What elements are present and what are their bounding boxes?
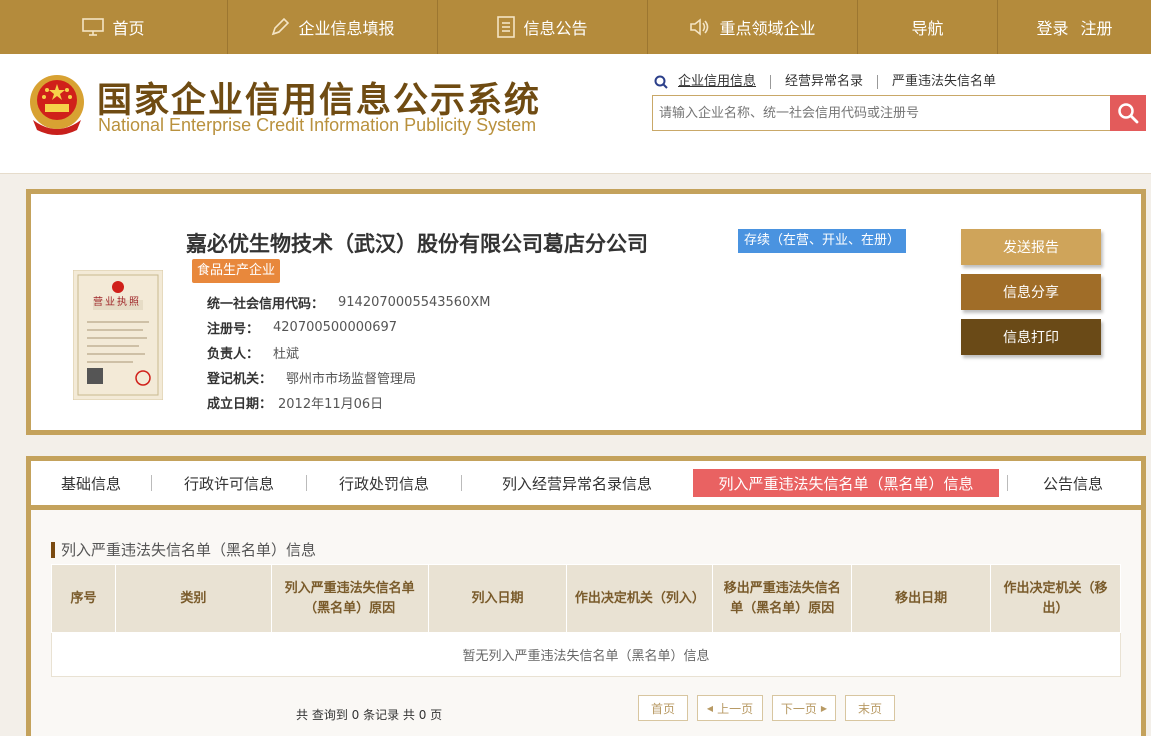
speaker-icon — [690, 18, 709, 36]
tab-bar: 基础信息 行政许可信息 行政处罚信息 列入经营异常名录信息 列入严重违法失信名单… — [31, 461, 1141, 510]
register-link[interactable]: 注册 — [1081, 15, 1113, 39]
chevron-right-icon: ▶ — [820, 703, 828, 713]
info-value: 2012年11月06日 — [278, 397, 384, 412]
tab-abnormal[interactable]: 列入经营异常名录信息 — [462, 469, 692, 497]
info-label: 负责人： — [207, 347, 260, 362]
tab-penalty[interactable]: 行政处罚信息 — [307, 469, 461, 497]
search-box — [652, 95, 1146, 131]
site-subtitle: National Enterprise Credit Information P… — [98, 115, 537, 135]
prev-page-label: 上一页 — [717, 701, 754, 716]
section-title: 列入严重违法失信名单（黑名单）信息 — [51, 539, 316, 560]
company-info: 统一社会信用代码： 9142070005543560XM 注册号： 420700… — [207, 290, 490, 415]
info-row-credit-code: 统一社会信用代码： 9142070005543560XM — [207, 290, 490, 315]
info-row-established: 成立日期： 2012年11月06日 — [207, 390, 490, 415]
tab-announcement[interactable]: 公告信息 — [1008, 469, 1138, 497]
prev-page-button[interactable]: ◀ 上一页 — [697, 695, 763, 721]
login-link[interactable]: 登录 — [1036, 15, 1068, 39]
nav-notice-label: 信息公告 — [523, 19, 588, 38]
info-row-reg-number: 注册号： 420700500000697 — [207, 315, 490, 340]
info-label: 注册号： — [207, 322, 260, 337]
info-label: 成立日期： — [207, 397, 273, 412]
next-page-button[interactable]: 下一页 ▶ — [772, 695, 836, 721]
document-icon — [497, 16, 516, 38]
share-info-button[interactable]: 信息分享 — [961, 274, 1101, 310]
search-button[interactable] — [1110, 95, 1146, 131]
search-input[interactable] — [653, 96, 1103, 130]
status-badge: 存续（在营、开业、在册） — [738, 229, 907, 253]
search-small-icon — [654, 75, 668, 89]
nav-notice[interactable]: 信息公告 — [438, 0, 648, 54]
info-value: 9142070005543560XM — [338, 295, 491, 310]
info-value: 杜斌 — [273, 347, 300, 362]
blacklist-table: 序号 类别 列入严重违法失信名单（黑名单）原因 列入日期 作出决定机关（列入） … — [51, 564, 1121, 677]
next-page-label: 下一页 — [780, 701, 817, 716]
monitor-icon — [82, 18, 105, 36]
info-value: 420700500000697 — [273, 320, 398, 335]
col-category: 类别 — [114, 564, 272, 633]
nav-guide[interactable]: 导航 — [858, 0, 998, 54]
search-tabs: 企业信用信息 经营异常名录 严重违法失信名单 — [654, 75, 1010, 89]
chevron-left-icon: ◀ — [706, 703, 714, 713]
col-remove-authority: 作出决定机关（移出） — [990, 564, 1121, 633]
info-value: 鄂州市市场监督管理局 — [286, 372, 417, 387]
tab-blacklist[interactable]: 列入严重违法失信名单（黑名单）信息 — [693, 469, 999, 497]
nav-key-label: 重点领域企业 — [719, 19, 816, 38]
info-label: 统一社会信用代码： — [207, 297, 325, 312]
top-nav: 首页 企业信息填报 信息公告 重点领域企业 导航 登录 注册 — [0, 0, 1151, 54]
section-marker — [51, 541, 55, 558]
table-header-row: 序号 类别 列入严重违法失信名单（黑名单）原因 列入日期 作出决定机关（列入） … — [51, 564, 1121, 633]
nav-home[interactable]: 首页 — [0, 0, 228, 54]
search-tab-blacklist[interactable]: 严重违法失信名单 — [878, 75, 1010, 89]
col-index: 序号 — [51, 564, 116, 633]
search-tab-abnormal[interactable]: 经营异常名录 — [771, 75, 879, 89]
info-row-authority: 登记机关： 鄂州市市场监督管理局 — [207, 365, 490, 390]
search-tab-credit[interactable]: 企业信用信息 — [670, 75, 772, 89]
table-row: 暂无列入严重违法失信名单（黑名单）信息 — [51, 632, 1121, 677]
search-icon — [1118, 103, 1139, 124]
business-license-image[interactable] — [73, 270, 163, 400]
print-info-button[interactable]: 信息打印 — [961, 319, 1101, 355]
pen-icon — [272, 17, 290, 36]
license-label: 营业执照 — [93, 297, 141, 308]
pager-summary: 共 查询到 0 条记录 共 0 页 — [296, 708, 443, 722]
send-report-button[interactable]: 发送报告 — [961, 229, 1101, 265]
nav-account: 登录 注册 — [998, 0, 1151, 54]
nav-home-label: 首页 — [112, 19, 145, 38]
col-remove-reason: 移出严重违法失信名单（黑名单）原因 — [712, 564, 853, 633]
industry-tag: 食品生产企业 — [192, 259, 281, 283]
section-title-text: 列入严重违法失信名单（黑名单）信息 — [61, 541, 317, 559]
detail-panel: 基础信息 行政许可信息 行政处罚信息 列入经营异常名录信息 列入严重违法失信名单… — [26, 456, 1146, 736]
col-list-authority: 作出决定机关（列入） — [566, 564, 714, 633]
nav-guide-label: 导航 — [911, 19, 944, 38]
company-card: 营业执照 嘉必优生物技术（武汉）股份有限公司葛店分公司 存续（在营、开业、在册）… — [26, 189, 1146, 435]
company-name: 嘉必优生物技术（武汉）股份有限公司葛店分公司 — [186, 232, 648, 256]
site-header: 国家企业信用信息公示系统 National Enterprise Credit … — [0, 54, 1151, 174]
nav-report[interactable]: 企业信息填报 — [228, 0, 438, 54]
first-page-button[interactable]: 首页 — [638, 695, 688, 721]
nav-key-enterprise[interactable]: 重点领域企业 — [648, 0, 858, 54]
col-remove-date: 移出日期 — [851, 564, 992, 633]
empty-message: 暂无列入严重违法失信名单（黑名单）信息 — [51, 632, 1121, 677]
tab-basic[interactable]: 基础信息 — [31, 469, 151, 497]
info-row-principal: 负责人： 杜斌 — [207, 340, 490, 365]
info-label: 登记机关： — [207, 372, 273, 387]
tab-permit[interactable]: 行政许可信息 — [152, 469, 306, 497]
col-list-reason: 列入严重违法失信名单（黑名单）原因 — [270, 564, 429, 633]
nav-report-label: 企业信息填报 — [298, 19, 395, 38]
last-page-button[interactable]: 末页 — [845, 695, 895, 721]
national-emblem-icon — [30, 75, 84, 135]
col-list-date: 列入日期 — [427, 564, 568, 633]
